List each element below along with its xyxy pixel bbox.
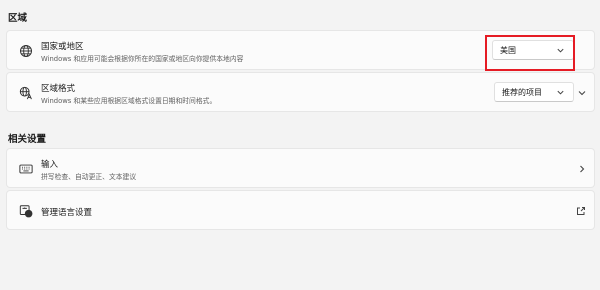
chevron-down-icon <box>557 90 564 95</box>
country-region-title: 国家或地区 <box>41 42 84 52</box>
input-title: 输入 <box>41 160 59 170</box>
manage-language-card[interactable]: 管理语言设置 <box>6 190 595 230</box>
region-format-title: 区域格式 <box>41 84 76 94</box>
country-region-subtitle: Windows 和应用可能会根据你所在的国家或地区向你提供本地内容 <box>41 55 244 63</box>
related-settings-heading: 相关设置 <box>8 134 47 145</box>
language-icon <box>18 203 34 219</box>
expand-chevron-down-icon[interactable] <box>577 88 587 98</box>
region-format-icon <box>18 85 34 101</box>
input-settings-card[interactable]: 输入 拼写检查、自动更正、文本建议 <box>6 148 595 188</box>
manage-language-title: 管理语言设置 <box>41 208 93 218</box>
region-format-card[interactable]: 区域格式 Windows 和某些应用根据区域格式设置日期和时间格式。 推荐的项目 <box>6 72 595 112</box>
region-section-heading: 区域 <box>8 13 28 24</box>
keyboard-icon <box>18 161 34 177</box>
input-subtitle: 拼写检查、自动更正、文本建议 <box>41 173 137 181</box>
region-format-subtitle: Windows 和某些应用根据区域格式设置日期和时间格式。 <box>41 97 217 105</box>
highlight-box <box>485 35 575 71</box>
region-format-selected-value: 推荐的项目 <box>502 87 542 97</box>
chevron-right-icon <box>580 165 585 173</box>
external-link-icon <box>577 207 585 215</box>
globe-icon <box>18 43 34 59</box>
region-format-dropdown[interactable]: 推荐的项目 <box>494 82 574 102</box>
